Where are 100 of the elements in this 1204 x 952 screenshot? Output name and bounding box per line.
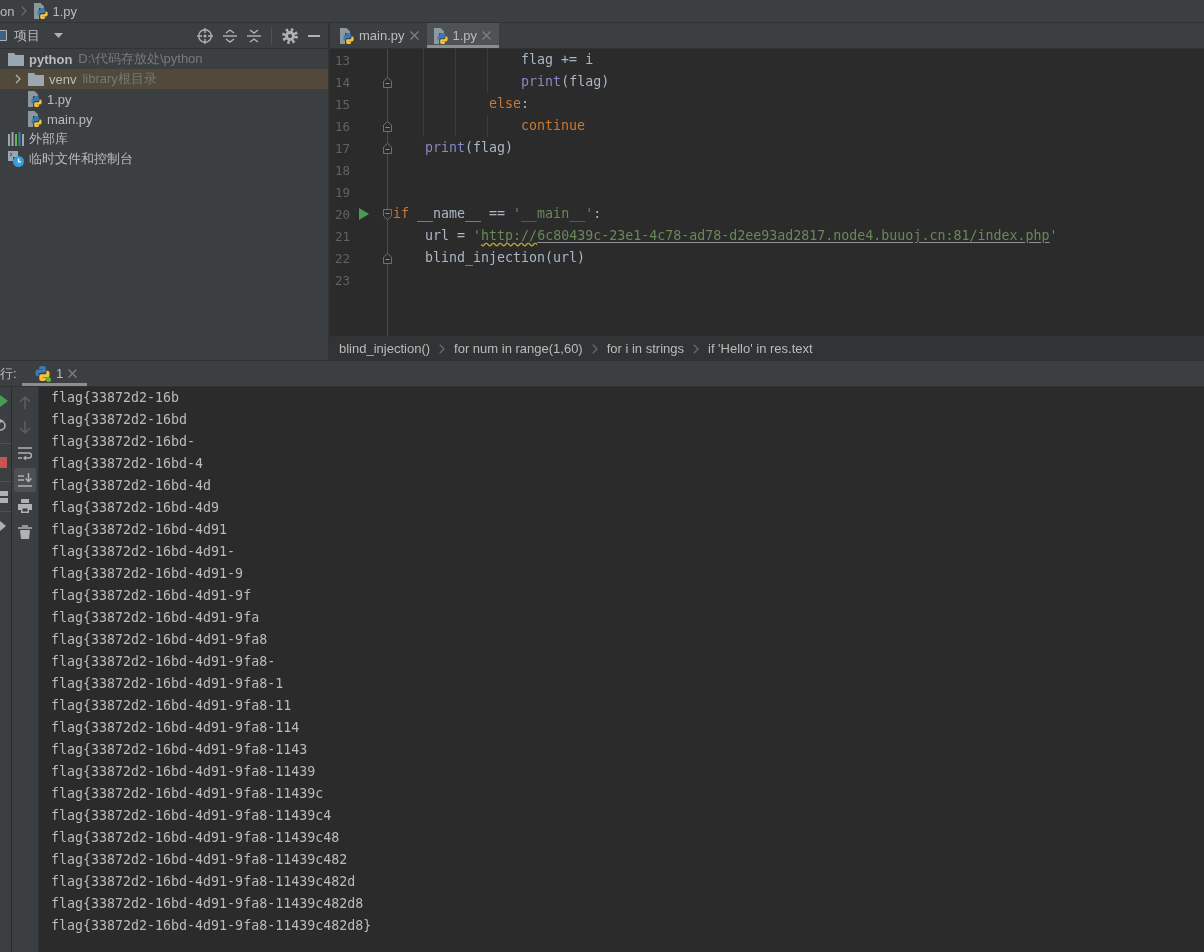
caret-icon[interactable]: [54, 33, 63, 38]
collapse-all-icon[interactable]: [247, 28, 261, 43]
gear-icon[interactable]: [282, 27, 298, 44]
item-hint: D:\代码存放处\python: [78, 50, 203, 68]
line-number: 18: [334, 162, 352, 178]
tree-item[interactable]: main.py: [0, 109, 328, 129]
output-line: flag{33872d2-16bd-4d91-9fa8-11439c48: [51, 829, 341, 847]
tree-item[interactable]: python D:\代码存放处\python: [0, 49, 328, 69]
rerun-icon[interactable]: [0, 419, 7, 431]
chevron-icon: [693, 343, 699, 354]
library-icon: [8, 132, 24, 146]
python-file-icon: [340, 27, 354, 44]
panel-title[interactable]: 项目: [14, 26, 40, 45]
item-label: 1.py: [47, 91, 72, 107]
output-line: flag{33872d2-16bd-4d91-9f: [51, 587, 253, 605]
layout-icon[interactable]: [0, 491, 8, 503]
run-label: 行:: [0, 364, 18, 383]
trash-icon: [18, 525, 32, 539]
line-number: 21: [334, 228, 352, 244]
folder-icon: [28, 72, 44, 86]
code-line: url = 'http://6c80439c-23e1-4c78-ad78-d2ee93ad2817.node4.buuoj.cn:81/index.php': [424, 227, 1058, 245]
item-hint: library根目录: [82, 70, 157, 88]
folder-icon: [8, 52, 24, 66]
minimize-icon[interactable]: [308, 34, 320, 37]
fold-marker-icon[interactable]: [382, 142, 392, 154]
output-line: flag{33872d2-16bd-4d91-: [51, 543, 237, 561]
output-line: flag{33872d2-16bd-4d91-9: [51, 565, 245, 583]
item-label: python: [29, 51, 73, 67]
output-line: flag{33872d2-16bd-4d91-9fa8-11: [51, 697, 293, 715]
nav-item[interactable]: on: [0, 3, 15, 19]
output-line: flag{33872d2-16bd-4d: [51, 477, 213, 495]
python-file-icon: [28, 91, 42, 107]
run-tab[interactable]: 1: [22, 361, 88, 386]
output-line: flag{33872d2-16bd-: [51, 433, 197, 451]
output-line: flag{33872d2-16bd: [51, 411, 189, 429]
breadcrumb-item[interactable]: for num in range(1,60): [454, 341, 583, 356]
line-number: 19: [334, 184, 352, 200]
line-number: 20: [334, 206, 352, 222]
chevron-icon: [21, 6, 28, 16]
arrow-icon[interactable]: [0, 521, 6, 531]
code-line: if __name__ == '__main__':: [393, 205, 602, 224]
output-line: flag{33872d2-16bd-4d91-9fa8-114: [51, 719, 301, 737]
line-number: 23: [334, 272, 352, 288]
fold-marker-icon[interactable]: [382, 208, 392, 220]
locate-icon[interactable]: [197, 27, 213, 44]
item-label: 临时文件和控制台: [29, 150, 133, 168]
output-line: flag{33872d2-16bd-4d91-9fa8-11439c482d: [51, 873, 357, 891]
tree-item[interactable]: 1.py: [0, 89, 328, 109]
close-icon[interactable]: [68, 369, 78, 378]
editor-tab[interactable]: 1.py: [426, 23, 500, 48]
wrap-icon: [18, 447, 32, 461]
output-line: flag{33872d2-16bd-4d91: [51, 521, 229, 539]
expand-all-icon[interactable]: [223, 28, 237, 43]
line-number: 15: [334, 96, 352, 112]
output-line: flag{33872d2-16bd-4d91-9fa8-11439c482: [51, 851, 349, 869]
nav-item[interactable]: 1.py: [52, 3, 78, 19]
line-number: 17: [334, 140, 352, 156]
fold-marker-icon[interactable]: [382, 76, 392, 88]
chevron-icon: [439, 343, 446, 354]
line-number: 13: [334, 52, 352, 68]
output-line: flag{33872d2-16bd-4d91-9fa8-: [51, 653, 277, 671]
output-line: flag{33872d2-16b: [51, 389, 181, 407]
output-line: flag{33872d2-16bd-4d91-9fa8-1: [51, 675, 285, 693]
python-file-icon: [34, 3, 49, 19]
output-line: flag{33872d2-16bd-4d91-9fa8-11439c4: [51, 807, 333, 825]
python-file-icon: [28, 111, 42, 127]
up-arrow-icon: [18, 395, 32, 409]
output-line: flag{33872d2-16bd-4d91-9fa8-11439c: [51, 785, 325, 803]
line-number: 22: [334, 250, 352, 266]
output-line: flag{33872d2-16bd-4d91-9fa8-1143: [51, 741, 309, 759]
chevron-icon[interactable]: [13, 74, 23, 84]
tree-item[interactable]: venv library根目录: [0, 69, 328, 89]
output-line: flag{33872d2-16bd-4d91-9fa: [51, 609, 261, 627]
output-line: flag{33872d2-16bd-4d91-9fa8-11439c482d8}: [51, 917, 373, 935]
printer-icon: [18, 499, 32, 513]
tree-item[interactable]: 临时文件和控制台: [0, 149, 328, 169]
python-file-icon: [433, 27, 448, 44]
scroll-to-end-icon: [18, 473, 32, 487]
code-line: blind_injection(url): [424, 249, 586, 268]
down-arrow-icon: [18, 421, 32, 435]
scroll-to-end-button[interactable]: [14, 468, 36, 492]
output-line: flag{33872d2-16bd-4d91-9fa8: [51, 631, 269, 649]
output-line: flag{33872d2-16bd-4d91-9fa8-11439c482d8: [51, 895, 365, 913]
fold-marker-icon[interactable]: [382, 120, 392, 132]
chevron-icon: [591, 343, 598, 354]
breadcrumb-item[interactable]: blind_injection(): [339, 341, 431, 356]
output-line: flag{33872d2-16bd-4d9: [51, 499, 221, 517]
item-label: venv: [49, 71, 77, 87]
run-icon[interactable]: [358, 208, 369, 220]
output-line: flag{33872d2-16bd-4: [51, 455, 205, 473]
tree-item[interactable]: 外部库: [0, 129, 328, 149]
window-icon[interactable]: [0, 30, 7, 41]
line-number: 14: [334, 74, 352, 90]
item-label: main.py: [47, 111, 93, 127]
close-icon[interactable]: [409, 31, 419, 40]
breadcrumb-item[interactable]: if 'Hello' in res.text: [708, 341, 813, 356]
editor-tab[interactable]: main.py: [333, 23, 427, 48]
fold-marker-icon[interactable]: [382, 252, 392, 264]
run-icon[interactable]: [0, 395, 8, 407]
breadcrumb-item[interactable]: for i in strings: [606, 341, 684, 356]
